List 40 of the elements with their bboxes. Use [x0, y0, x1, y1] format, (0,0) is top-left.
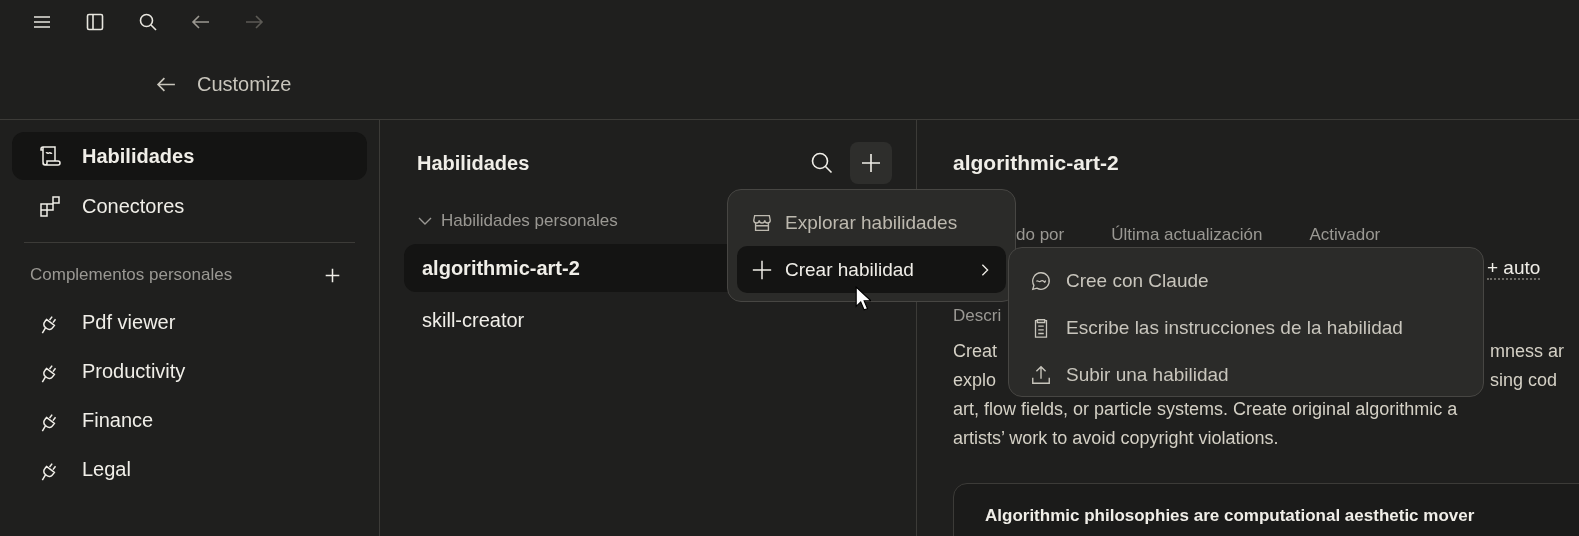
page-title: Customize: [197, 73, 292, 96]
description-text: artists’ work to avoid copyright violations.: [953, 428, 1279, 449]
plugin-item[interactable]: Legal: [12, 446, 367, 493]
meta-label: Activador: [1309, 225, 1381, 245]
sidebar-item[interactable]: Conectores: [12, 182, 367, 230]
plus-icon: [751, 258, 773, 281]
section-heading: Complementos personales: [30, 265, 233, 285]
search-icon[interactable]: [138, 12, 158, 32]
description-text: Creat: [953, 341, 997, 362]
skill-title: algorithmic-art-2: [953, 151, 1120, 176]
description-text: art, flow fields, or particle systems. Create original algorithmic a: [953, 399, 1458, 420]
mouse-pointer-icon: [855, 286, 871, 311]
menu-item[interactable]: Crear habilidad: [737, 246, 1006, 293]
menu-item[interactable]: Escribe las instrucciones de la habilidad: [1018, 304, 1474, 351]
menu-item[interactable]: Cree con Claude: [1018, 257, 1474, 304]
description-text: sing cod: [1490, 370, 1558, 391]
upload-icon: [1030, 363, 1052, 386]
skill-item[interactable]: skill-creator: [404, 296, 892, 344]
plugin-item[interactable]: Finance: [12, 397, 367, 444]
add-button[interactable]: [850, 142, 892, 184]
panel-title: Habilidades: [417, 151, 531, 175]
plugin-item[interactable]: Pdf viewer: [12, 299, 367, 346]
add-icon[interactable]: [324, 266, 341, 284]
plus-icon: [861, 153, 881, 173]
plugin-item[interactable]: Productivity: [12, 348, 367, 395]
meta-label: Última actualización: [1111, 225, 1263, 245]
search-icon[interactable]: [810, 151, 834, 175]
scroll-icon: [38, 144, 62, 168]
menu-item[interactable]: Explorar habilidades: [737, 199, 1006, 246]
description-label: Descri: [953, 306, 1003, 326]
description-text: explo: [953, 370, 997, 391]
sidebar-toggle-icon[interactable]: [85, 12, 105, 32]
meta-label: do por: [1016, 225, 1065, 245]
chat-bubble-icon: [1030, 269, 1052, 292]
sidebar-item[interactable]: Habilidades: [12, 132, 367, 180]
menu-item[interactable]: Subir una habilidad: [1018, 351, 1474, 398]
card-text: Algorithmic philosophies are computational aesthetic mover: [985, 506, 1475, 525]
blocks-icon: [38, 194, 62, 218]
description-text: mness ar: [1490, 341, 1565, 362]
trigger-value[interactable]: + auto: [1487, 257, 1541, 280]
